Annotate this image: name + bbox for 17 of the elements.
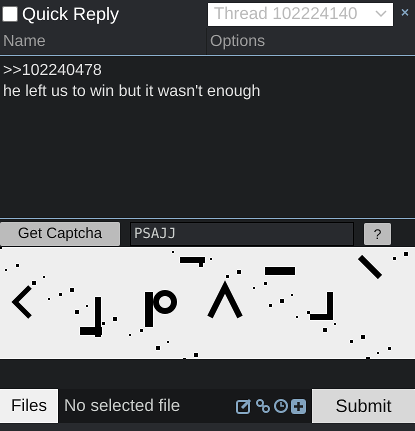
options-field[interactable]: Options [207, 28, 415, 55]
name-field[interactable]: Name [0, 28, 207, 55]
clock-icon[interactable] [274, 399, 288, 413]
help-button[interactable]: ? [364, 223, 391, 245]
plus-icon[interactable] [291, 398, 306, 414]
edit-icon[interactable] [236, 398, 252, 414]
close-button[interactable]: × [396, 2, 413, 23]
quick-reply-checkbox[interactable] [2, 6, 18, 22]
captcha-field[interactable]: PSAJJ [130, 222, 354, 246]
link-icon[interactable] [255, 398, 271, 414]
submit-button[interactable]: Submit [312, 389, 415, 423]
files-button[interactable]: Files [0, 389, 58, 423]
file-status: No selected file [64, 395, 182, 418]
panel-title: Quick Reply [22, 2, 120, 26]
chevron-down-icon [374, 10, 387, 18]
comment-field[interactable]: >>102240478 he left us to win but it wasn't enough [0, 56, 415, 219]
get-captcha-button[interactable]: Get Captcha [0, 222, 120, 246]
